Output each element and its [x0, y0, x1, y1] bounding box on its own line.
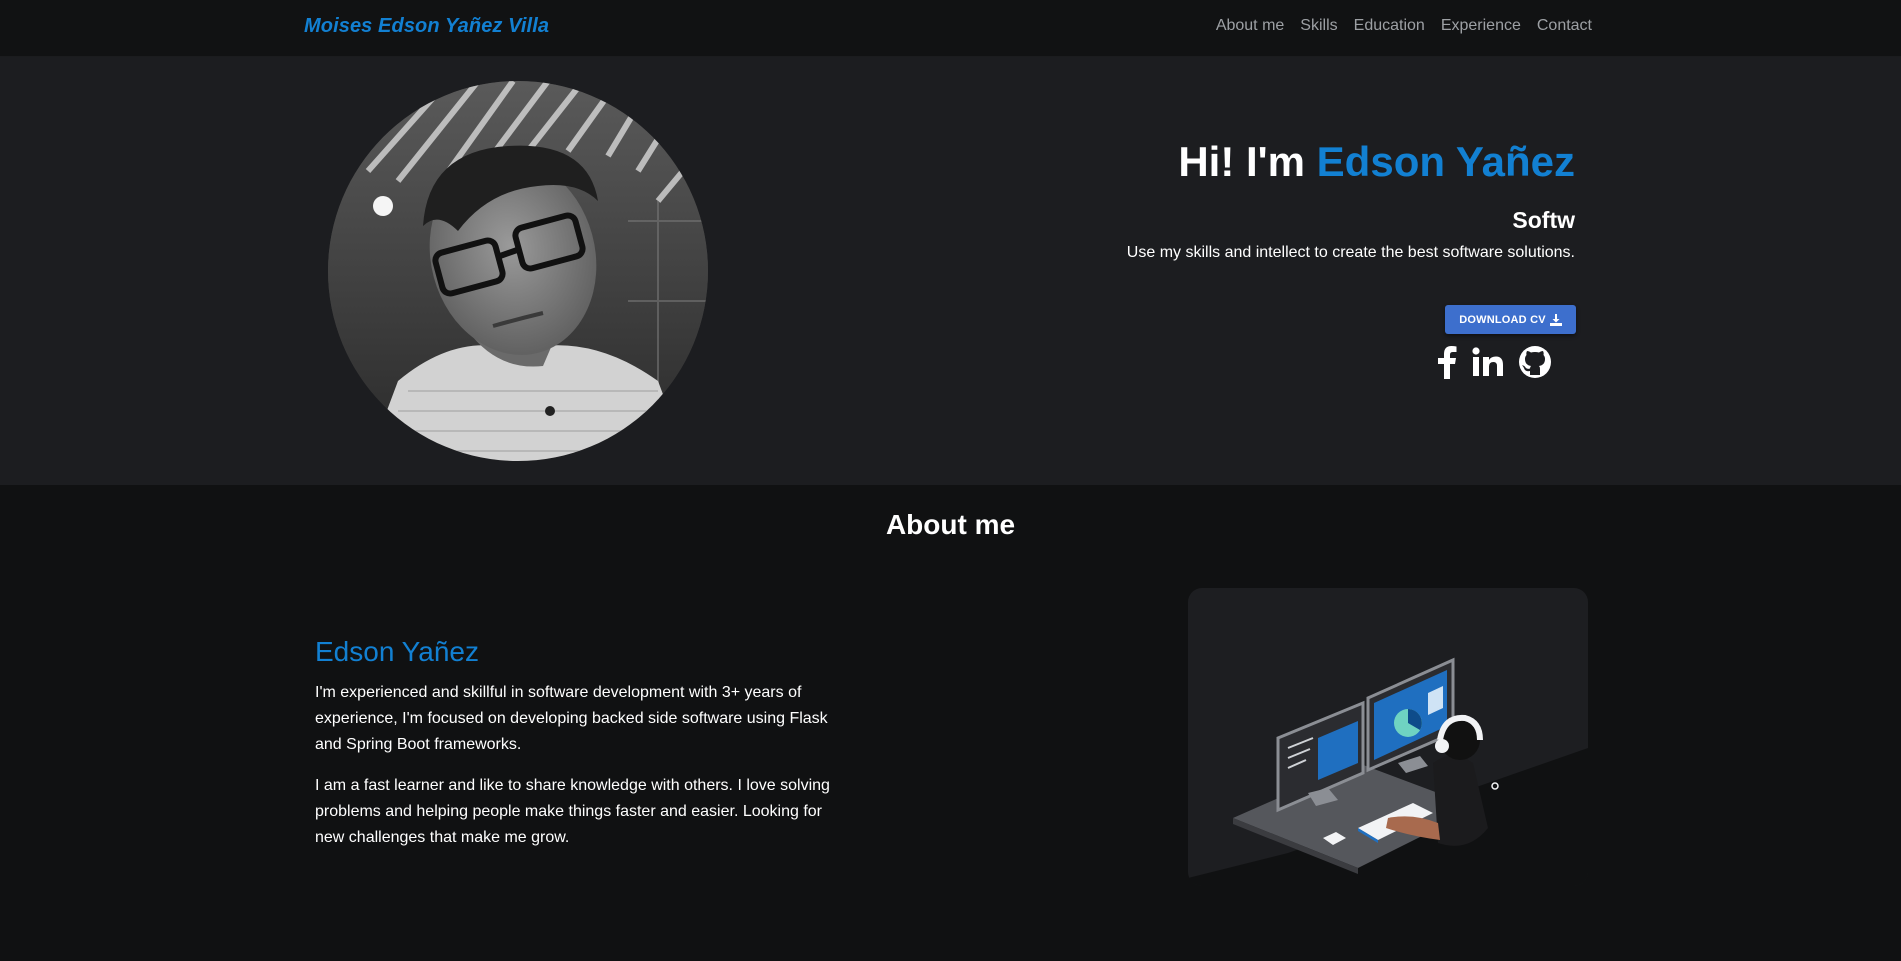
hero-tagline: Use my skills and intellect to create th… — [1126, 244, 1575, 261]
about-section: About me Edson Yañez I'm experienced and… — [0, 485, 1901, 961]
nav-links: About me Skills Education Experience Con… — [1216, 17, 1592, 35]
hero-text: Hi! I'm Edson Yañez Softw Use my skills … — [1055, 137, 1575, 261]
nav-link-contact[interactable]: Contact — [1537, 17, 1592, 35]
linkedin-icon[interactable] — [1472, 344, 1504, 380]
github-icon[interactable] — [1518, 344, 1552, 380]
about-name: Edson Yañez — [315, 636, 479, 667]
about-paragraph-1: I'm experienced and skillful in software… — [315, 684, 828, 753]
hero-section: Hi! I'm Edson Yañez Softw Use my skills … — [0, 57, 1901, 485]
download-cv-button[interactable]: DOWNLOAD CV — [1445, 305, 1576, 334]
brand-link[interactable]: Moises Edson Yañez Villa — [304, 15, 549, 38]
developer-illustration — [1188, 588, 1588, 886]
about-paragraph-2: I am a fast learner and like to share kn… — [315, 777, 830, 846]
nav-link-about[interactable]: About me — [1216, 17, 1284, 35]
download-icon — [1549, 313, 1562, 326]
hero-typed-role: Softw — [1512, 207, 1575, 233]
facebook-icon[interactable] — [1436, 344, 1458, 380]
nav-link-education[interactable]: Education — [1354, 17, 1425, 35]
navbar: Moises Edson Yañez Villa About me Skills… — [0, 0, 1901, 57]
nav-link-skills[interactable]: Skills — [1300, 17, 1337, 35]
social-links — [1436, 344, 1552, 380]
nav-link-experience[interactable]: Experience — [1441, 17, 1521, 35]
profile-photo — [328, 81, 708, 461]
hero-greeting: Hi! I'm — [1178, 138, 1317, 185]
download-cv-label: DOWNLOAD CV — [1459, 313, 1546, 326]
hero-name: Edson Yañez — [1316, 138, 1575, 185]
about-section-title: About me — [885, 509, 1016, 540]
hero-title: Hi! I'm Edson Yañez — [1055, 137, 1575, 187]
